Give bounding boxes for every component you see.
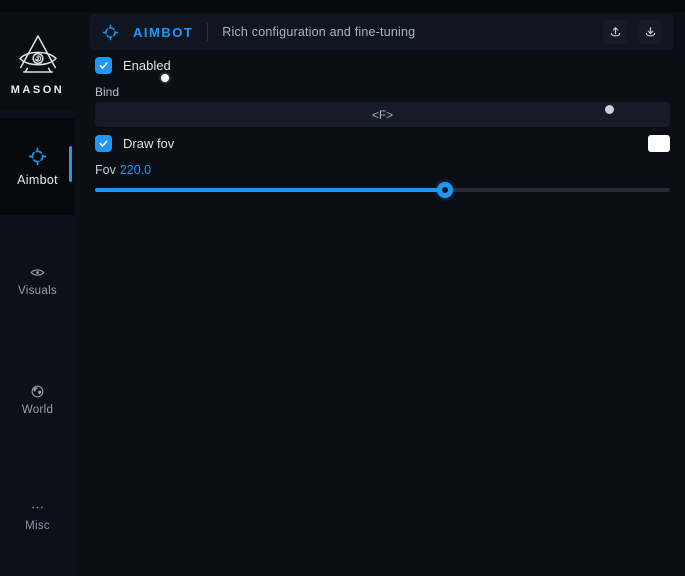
fov-label: Fov 220.0 xyxy=(95,163,151,177)
fov-slider[interactable] xyxy=(95,188,670,192)
page-header: AIMBOT Rich configuration and fine-tunin… xyxy=(90,14,674,50)
page-title: AIMBOT xyxy=(133,25,193,40)
bind-key-input[interactable]: <F> xyxy=(95,102,670,127)
brand-name: MASON xyxy=(11,84,64,96)
download-icon xyxy=(643,25,658,40)
draw-fov-label: Draw fov xyxy=(123,136,174,151)
checkmark-icon xyxy=(98,138,109,149)
upload-icon xyxy=(608,25,623,40)
divider xyxy=(207,23,208,41)
fov-value: 220.0 xyxy=(120,163,151,177)
slider-fill xyxy=(95,188,445,192)
window-top-edge xyxy=(0,0,685,12)
sidebar-item-aimbot[interactable]: Aimbot xyxy=(0,118,75,215)
export-config-button[interactable] xyxy=(603,20,627,44)
import-config-button[interactable] xyxy=(638,20,662,44)
drag-dot xyxy=(605,105,614,114)
sidebar-item-label: World xyxy=(22,404,53,416)
ellipsis-icon xyxy=(30,500,45,515)
enabled-row: Enabled xyxy=(95,57,171,74)
enabled-checkbox[interactable] xyxy=(95,57,112,74)
sidebar: MASON Aimbot Visuals xyxy=(0,12,75,576)
logo-block: MASON xyxy=(0,12,75,110)
slider-handle[interactable] xyxy=(437,182,453,198)
sidebar-item-world[interactable]: World xyxy=(0,374,75,426)
active-indicator xyxy=(69,146,72,182)
cursor-dot xyxy=(161,74,169,82)
bind-label: Bind xyxy=(95,85,119,99)
fov-label-text: Fov xyxy=(95,163,116,177)
crosshair-icon xyxy=(28,147,47,166)
mason-window: MASON Aimbot Visuals xyxy=(0,0,685,576)
draw-fov-checkbox[interactable] xyxy=(95,135,112,152)
crosshair-icon xyxy=(102,24,119,41)
sidebar-item-label: Misc xyxy=(25,520,50,532)
eye-icon xyxy=(30,265,45,280)
fov-color-swatch[interactable] xyxy=(648,135,670,152)
enabled-label: Enabled xyxy=(123,58,171,73)
sidebar-item-visuals[interactable]: Visuals xyxy=(0,255,75,307)
sidebar-item-misc[interactable]: Misc xyxy=(0,490,75,542)
mason-pyramid-eye-logo xyxy=(13,33,63,81)
sidebar-item-label: Aimbot xyxy=(17,173,58,187)
page-subtitle: Rich configuration and fine-tuning xyxy=(222,25,415,39)
checkmark-icon xyxy=(98,60,109,71)
globe-icon xyxy=(30,384,45,399)
sidebar-item-label: Visuals xyxy=(18,285,57,297)
draw-fov-row: Draw fov xyxy=(95,135,174,152)
bind-key-value: <F> xyxy=(372,108,393,122)
